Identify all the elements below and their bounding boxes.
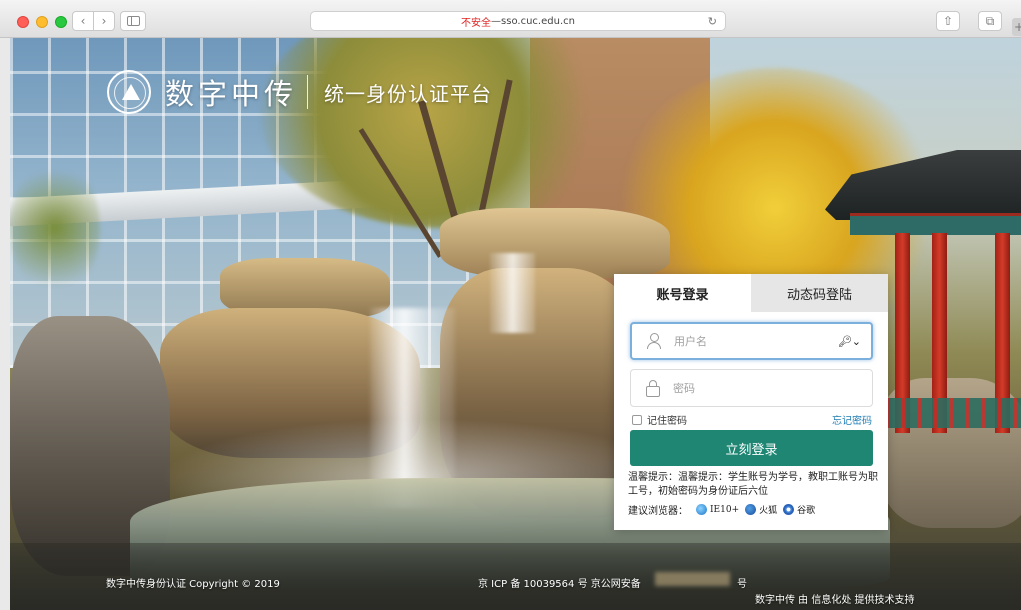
firefox-icon bbox=[745, 504, 757, 515]
chevron-right-icon: › bbox=[101, 14, 107, 28]
ie-icon bbox=[696, 504, 707, 515]
share-icon: ⇧ bbox=[942, 14, 954, 28]
zoom-window-button[interactable] bbox=[55, 16, 67, 28]
sidebar-toggle-button[interactable] bbox=[120, 11, 146, 31]
browser-toolbar: ‹ › 不安全 — sso.cuc.edu.cn ↻ ⇧ ⧉ + bbox=[0, 0, 1021, 38]
key-dropdown-icon[interactable]: 🔑︎⌄ bbox=[838, 335, 861, 348]
platform-title: 统一身份认证平台 bbox=[324, 81, 493, 106]
chrome-icon bbox=[783, 504, 795, 515]
logo-divider bbox=[307, 75, 309, 109]
public-security-badge bbox=[655, 572, 730, 586]
insecure-label: 不安全 bbox=[461, 17, 492, 29]
username-input[interactable] bbox=[674, 334, 844, 348]
tab-account-login[interactable]: 账号登录 bbox=[614, 274, 751, 312]
tabs-icon: ⧉ bbox=[985, 13, 995, 28]
browser-name: 火狐 bbox=[759, 506, 778, 516]
recommended-browsers: 建议浏览器： IE10+ 火狐 谷歌 bbox=[628, 502, 815, 517]
tree-canopy-left bbox=[10, 158, 100, 298]
sidebar-icon bbox=[126, 16, 140, 26]
new-tab-button[interactable]: + bbox=[1012, 18, 1021, 36]
icp-record-suffix: 号 bbox=[737, 579, 747, 590]
share-button[interactable]: ⇧ bbox=[936, 11, 960, 31]
address-bar[interactable]: 不安全 — sso.cuc.edu.cn ↻ bbox=[310, 11, 726, 31]
remember-password[interactable]: 记住密码 bbox=[632, 412, 687, 427]
remember-checkbox[interactable] bbox=[632, 414, 642, 425]
close-window-button[interactable] bbox=[17, 16, 29, 28]
forgot-password-link[interactable]: 忘记密码 bbox=[832, 412, 872, 427]
username-field[interactable]: 🔑︎⌄ bbox=[630, 322, 873, 360]
site-logo: 数字中传 统一身份认证平台 bbox=[107, 70, 492, 114]
tech-support-text: 数字中传 由 信息化处 提供技术支持 bbox=[755, 595, 915, 606]
minimize-window-button[interactable] bbox=[36, 16, 48, 28]
password-input[interactable] bbox=[673, 381, 843, 395]
chevron-left-icon: ‹ bbox=[80, 14, 86, 28]
user-icon bbox=[646, 333, 662, 349]
university-emblem-icon bbox=[107, 70, 151, 114]
browser-name: IE10+ bbox=[710, 504, 740, 515]
show-tabs-button[interactable]: ⧉ bbox=[978, 11, 1002, 31]
url-text: sso.cuc.edu.cn bbox=[501, 15, 575, 27]
back-button[interactable]: ‹ bbox=[72, 11, 94, 31]
login-button[interactable]: 立刻登录 bbox=[630, 430, 873, 466]
copyright-text: 数字中传身份认证 Copyright © 2019 bbox=[106, 579, 280, 590]
login-hint: 温馨提示：温馨提示：学生账号为学号，教职工账号为职工号，初始密码为身份证后六位 bbox=[628, 472, 878, 497]
password-field[interactable] bbox=[630, 369, 873, 407]
waterfall bbox=[490, 253, 535, 333]
pavilion-beam bbox=[850, 213, 1021, 235]
reload-icon[interactable]: ↻ bbox=[708, 15, 717, 28]
pavilion-railing bbox=[885, 398, 1021, 428]
tab-dynamic-code-login[interactable]: 动态码登陆 bbox=[751, 274, 888, 312]
login-card: 账号登录 动态码登陆 🔑︎⌄ 记住密码 忘记密码 立刻登录 温馨提示：温馨提示：… bbox=[614, 274, 888, 530]
forward-button[interactable]: › bbox=[93, 11, 115, 31]
browser-name: 谷歌 bbox=[797, 506, 816, 516]
remember-label: 记住密码 bbox=[647, 416, 687, 427]
lock-icon bbox=[645, 380, 661, 397]
browsers-label: 建议浏览器： bbox=[628, 506, 688, 517]
login-tabs: 账号登录 动态码登陆 bbox=[614, 274, 888, 312]
logo-name: 数字中传 bbox=[165, 77, 298, 111]
url-separator: — bbox=[491, 15, 502, 27]
icp-record-link[interactable]: 京 ICP 备 10039564 号 京公网安备 bbox=[478, 575, 641, 590]
